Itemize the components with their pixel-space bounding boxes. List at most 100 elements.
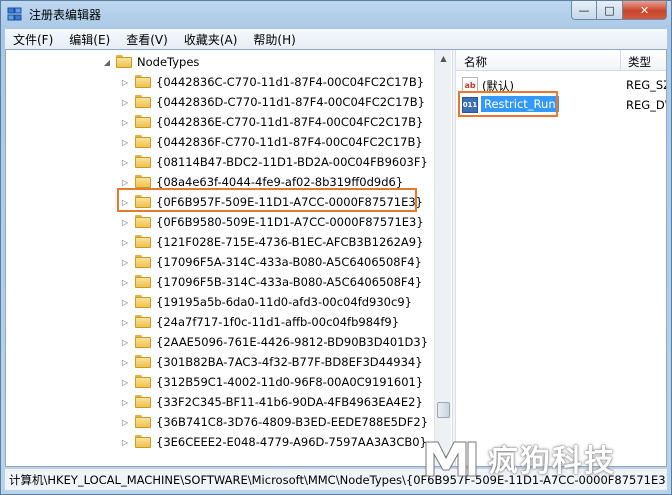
close-button[interactable]: ✕ bbox=[623, 1, 667, 20]
title-bar[interactable]: 注册表编辑器 — □ ✕ bbox=[1, 1, 671, 27]
menu-favorites[interactable]: 收藏夹(A) bbox=[176, 31, 246, 48]
folder-icon bbox=[135, 195, 151, 208]
folder-icon bbox=[135, 335, 151, 348]
column-name[interactable]: 名称 bbox=[464, 54, 487, 70]
key-tree[interactable]: ◢ NodeTypes ▷ {0442836C-C770-11d1-87F4-00… bbox=[6, 50, 452, 466]
folder-icon bbox=[135, 115, 151, 128]
expand-arrow-icon[interactable]: ▷ bbox=[120, 78, 130, 87]
tree-item[interactable]: ▷ {3E6CEEE2-E048-4779-A96D-7597AA3A3CB0} bbox=[6, 432, 434, 452]
tree-item[interactable]: ▷ {17096F5A-314C-433a-B080-A5C6406508F4} bbox=[6, 252, 434, 272]
tree-item[interactable]: ▷ {0442836D-C770-11d1-87F4-00C04FC2C17B} bbox=[6, 92, 434, 112]
value-type: REG_SZ bbox=[626, 78, 666, 92]
menu-help[interactable]: 帮助(H) bbox=[245, 31, 303, 48]
menu-edit[interactable]: 编辑(E) bbox=[61, 31, 118, 48]
tree-item-label: {0442836C-C770-11d1-87F4-00C04FC2C17B} bbox=[156, 75, 425, 89]
folder-icon bbox=[135, 375, 151, 388]
expand-arrow-icon[interactable]: ▷ bbox=[120, 418, 130, 427]
tree-item-parent[interactable]: ◢ NodeTypes bbox=[6, 52, 434, 72]
folder-open-icon bbox=[116, 55, 132, 68]
expand-arrow-icon[interactable]: ▷ bbox=[120, 378, 130, 387]
menu-file[interactable]: 文件(F) bbox=[5, 31, 61, 48]
folder-icon bbox=[135, 175, 151, 188]
status-bar: 计算机\HKEY_LOCAL_MACHINE\SOFTWARE\Microsof… bbox=[5, 468, 667, 490]
expand-arrow-icon[interactable]: ▷ bbox=[120, 238, 130, 247]
value-name-selected: Restrict_Run bbox=[481, 96, 559, 112]
tree-item[interactable]: ▷ {08114B47-BDC2-11D1-BD2A-00C04FB9603F} bbox=[6, 152, 434, 172]
tree-item[interactable]: ▷ {08a4e63f-4044-4fe9-af02-8b319ff0d9d6} bbox=[6, 172, 434, 192]
folder-icon bbox=[135, 255, 151, 268]
tree-item-label: {0F6B9580-509E-11D1-A7CC-0000F87571E3} bbox=[156, 215, 424, 229]
tree-item[interactable]: ▷ {301B82BA-7AC3-4f32-B77F-BD8EF3D44934} bbox=[6, 352, 434, 372]
tree-item[interactable]: ▷ {312B59C1-4002-11d0-96F8-00A0C9191601} bbox=[6, 372, 434, 392]
expand-arrow-icon[interactable]: ▷ bbox=[120, 358, 130, 367]
tree-item-label: {2AAE5096-761E-4426-9812-BD90B3D401D3} bbox=[156, 335, 429, 349]
window-title: 注册表编辑器 bbox=[29, 7, 102, 22]
expand-arrow-icon[interactable]: ▷ bbox=[120, 278, 130, 287]
tree-item[interactable]: ▷ {0442836C-C770-11d1-87F4-00C04FC2C17B} bbox=[6, 72, 434, 92]
tree-item-label: {0442836D-C770-11d1-87F4-00C04FC2C17B} bbox=[156, 95, 425, 109]
tree-item[interactable]: ▷ {17096F5B-314C-433a-B080-A5C6406508F4} bbox=[6, 272, 434, 292]
value-list[interactable]: 名称 类型 ab (默认) REG_SZ 011 Restrict_Run RE… bbox=[456, 50, 666, 466]
folder-icon bbox=[135, 215, 151, 228]
tree-item[interactable]: ▷ {0442836F-C770-11d1-87F4-00C04FC2C17B} bbox=[6, 132, 434, 152]
tree-item[interactable]: ▷ {33F2C345-BF11-41b6-90DA-4FB4963EA4E2} bbox=[6, 392, 434, 412]
expand-arrow-icon[interactable]: ▷ bbox=[120, 398, 130, 407]
tree-item[interactable]: ▷ {0F6B9580-509E-11D1-A7CC-0000F87571E3} bbox=[6, 212, 434, 232]
collapse-arrow-icon[interactable]: ◢ bbox=[102, 58, 112, 67]
expand-arrow-icon[interactable]: ▷ bbox=[120, 98, 130, 107]
menu-bar: 文件(F) 编辑(E) 查看(V) 收藏夹(A) 帮助(H) bbox=[5, 29, 667, 49]
value-type: REG_DWORD bbox=[626, 98, 666, 112]
folder-icon bbox=[135, 435, 151, 448]
expand-arrow-icon[interactable]: ▷ bbox=[120, 438, 130, 447]
tree-scrollbar[interactable]: ▲ ▼ bbox=[434, 50, 451, 466]
tree-item-label: {36B741C8-3D76-4809-B3ED-EEDE788E5DF2} bbox=[156, 415, 429, 429]
menu-view[interactable]: 查看(V) bbox=[118, 31, 176, 48]
folder-icon bbox=[135, 315, 151, 328]
value-name: (默认) bbox=[482, 79, 514, 93]
tree-item[interactable]: ▷ {0F6B957F-509E-11D1-A7CC-0000F87571E3} bbox=[6, 192, 434, 212]
column-divider[interactable] bbox=[620, 50, 621, 71]
tree-item-label: NodeTypes bbox=[137, 55, 200, 69]
folder-icon bbox=[135, 135, 151, 148]
tree-item-label: {08a4e63f-4044-4fe9-af02-8b319ff0d9d6} bbox=[156, 175, 404, 189]
tree-item-label: {24a7f717-1f0c-11d1-affb-00c04fb984f9} bbox=[156, 315, 400, 329]
expand-arrow-icon[interactable]: ▷ bbox=[120, 178, 130, 187]
scroll-down-icon[interactable]: ▼ bbox=[436, 450, 451, 466]
tree-item-label: {0F6B957F-509E-11D1-A7CC-0000F87571E3} bbox=[156, 195, 423, 209]
tree-item-label: {08114B47-BDC2-11D1-BD2A-00C04FB9603F} bbox=[156, 155, 428, 169]
expand-arrow-icon[interactable]: ▷ bbox=[120, 138, 130, 147]
value-row-restrict-run[interactable]: 011 Restrict_Run REG_DWORD bbox=[456, 95, 666, 115]
string-value-icon: ab bbox=[462, 77, 478, 93]
tree-item-label: {121F028E-715E-4736-B1EC-AFCB3B1262A9} bbox=[156, 235, 424, 249]
caption-buttons: — □ ✕ bbox=[571, 1, 667, 20]
tree-item[interactable]: ▷ {36B741C8-3D76-4809-B3ED-EEDE788E5DF2} bbox=[6, 412, 434, 432]
expand-arrow-icon[interactable]: ▷ bbox=[120, 198, 130, 207]
folder-icon bbox=[135, 295, 151, 308]
tree-item[interactable]: ▷ {0442836E-C770-11d1-87F4-00C04FC2C17B} bbox=[6, 112, 434, 132]
value-row-default[interactable]: ab (默认) REG_SZ bbox=[456, 75, 666, 95]
tree-item-label: {19195a5b-6da0-11d0-afd3-00c04fd930c9} bbox=[156, 295, 412, 309]
folder-icon bbox=[135, 75, 151, 88]
tree-item-label: {33F2C345-BF11-41b6-90DA-4FB4963EA4E2} bbox=[156, 395, 423, 409]
folder-icon bbox=[135, 275, 151, 288]
maximize-button[interactable]: □ bbox=[597, 1, 623, 20]
column-header: 名称 类型 bbox=[456, 50, 666, 71]
expand-arrow-icon[interactable]: ▷ bbox=[120, 118, 130, 127]
expand-arrow-icon[interactable]: ▷ bbox=[120, 258, 130, 267]
scroll-thumb[interactable] bbox=[437, 402, 450, 418]
tree-item[interactable]: ▷ {24a7f717-1f0c-11d1-affb-00c04fb984f9} bbox=[6, 312, 434, 332]
tree-item[interactable]: ▷ {121F028E-715E-4736-B1EC-AFCB3B1262A9} bbox=[6, 232, 434, 252]
folder-icon bbox=[135, 395, 151, 408]
tree-item-label: {17096F5A-314C-433a-B080-A5C6406508F4} bbox=[156, 255, 422, 269]
tree-item[interactable]: ▷ {19195a5b-6da0-11d0-afd3-00c04fd930c9} bbox=[6, 292, 434, 312]
expand-arrow-icon[interactable]: ▷ bbox=[120, 318, 130, 327]
column-type[interactable]: 类型 bbox=[628, 54, 651, 70]
tree-item[interactable]: ▷ {2AAE5096-761E-4426-9812-BD90B3D401D3} bbox=[6, 332, 434, 352]
scroll-up-icon[interactable]: ▲ bbox=[436, 50, 451, 66]
expand-arrow-icon[interactable]: ▷ bbox=[120, 218, 130, 227]
tree-item-label: {312B59C1-4002-11d0-96F8-00A0C9191601} bbox=[156, 375, 424, 389]
expand-arrow-icon[interactable]: ▷ bbox=[120, 298, 130, 307]
expand-arrow-icon[interactable]: ▷ bbox=[120, 338, 130, 347]
minimize-button[interactable]: — bbox=[571, 1, 597, 20]
expand-arrow-icon[interactable]: ▷ bbox=[120, 158, 130, 167]
